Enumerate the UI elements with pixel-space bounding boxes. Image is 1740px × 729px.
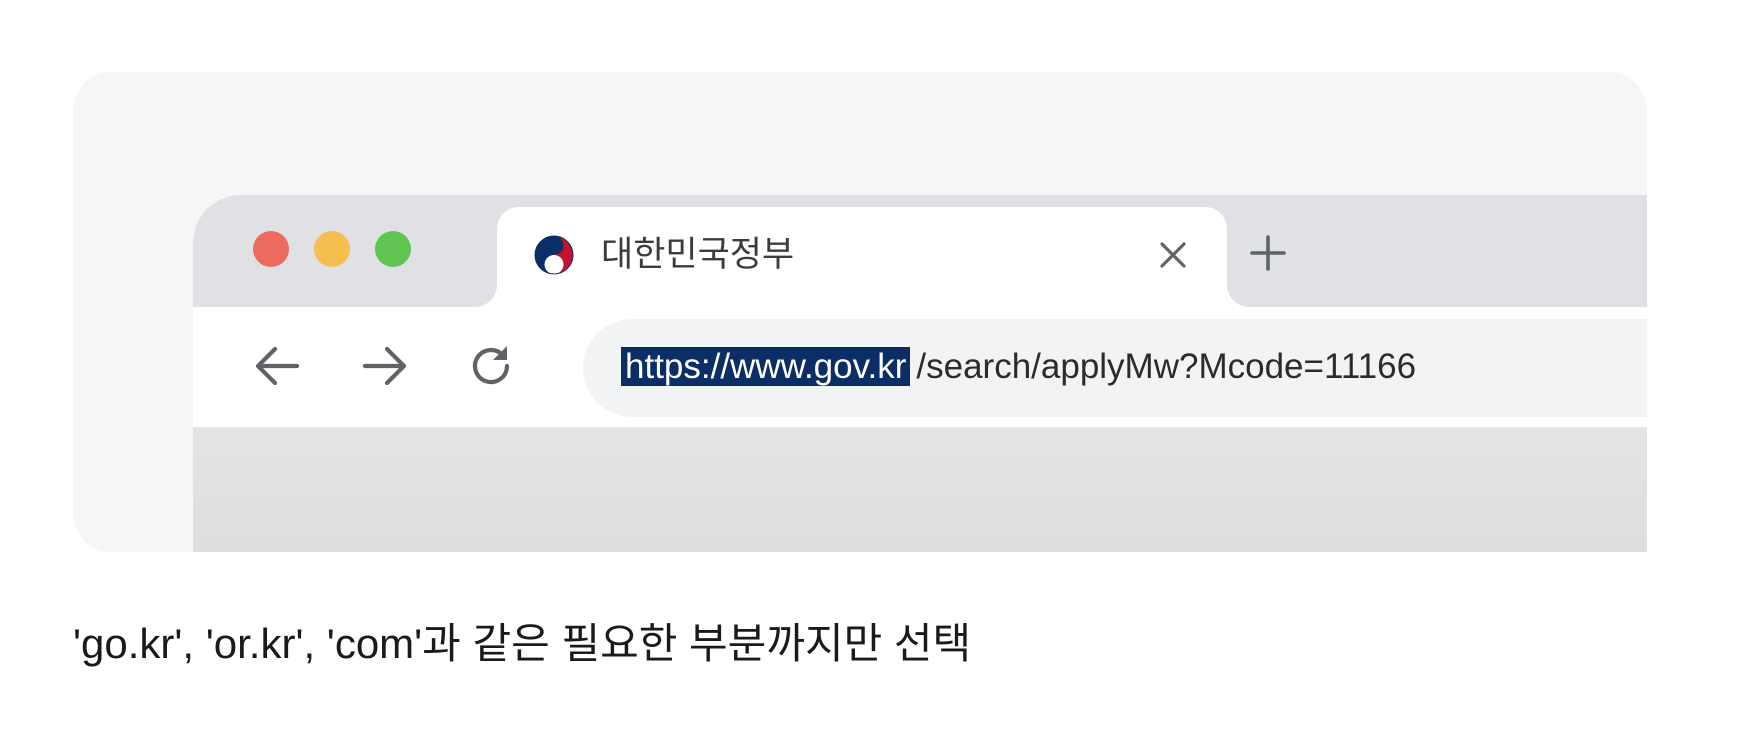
window-close-button[interactable] [253, 231, 289, 267]
close-icon[interactable] [1155, 237, 1191, 273]
window-minimize-button[interactable] [314, 231, 350, 267]
window-maximize-button[interactable] [375, 231, 411, 267]
page-content-area [193, 429, 1647, 552]
browser-window: 대한민국정부 https://www.gov.kr/search/applyMw… [193, 195, 1647, 552]
url-path: /search/applyMw?Mcode=11166 [916, 347, 1417, 386]
forward-arrow-icon[interactable] [359, 340, 411, 392]
url-text[interactable]: https://www.gov.kr/search/applyMw?Mcode=… [621, 345, 1416, 389]
browser-tab[interactable]: 대한민국정부 [497, 207, 1227, 307]
reload-icon[interactable] [465, 340, 517, 392]
url-host-selected: https://www.gov.kr [621, 347, 911, 386]
caption-text: 'go.kr', 'or.kr', 'com'과 같은 필요한 부분까지만 선택 [73, 620, 972, 667]
illustration-card: 대한민국정부 https://www.gov.kr/search/applyMw… [73, 72, 1647, 552]
plus-icon[interactable] [1248, 233, 1288, 273]
browser-toolbar: https://www.gov.kr/search/applyMw?Mcode=… [193, 307, 1647, 429]
back-arrow-icon[interactable] [251, 340, 303, 392]
address-bar[interactable]: https://www.gov.kr/search/applyMw?Mcode=… [583, 319, 1647, 417]
korea-government-emblem-icon [534, 235, 574, 275]
tab-title: 대한민국정부 [601, 235, 795, 274]
